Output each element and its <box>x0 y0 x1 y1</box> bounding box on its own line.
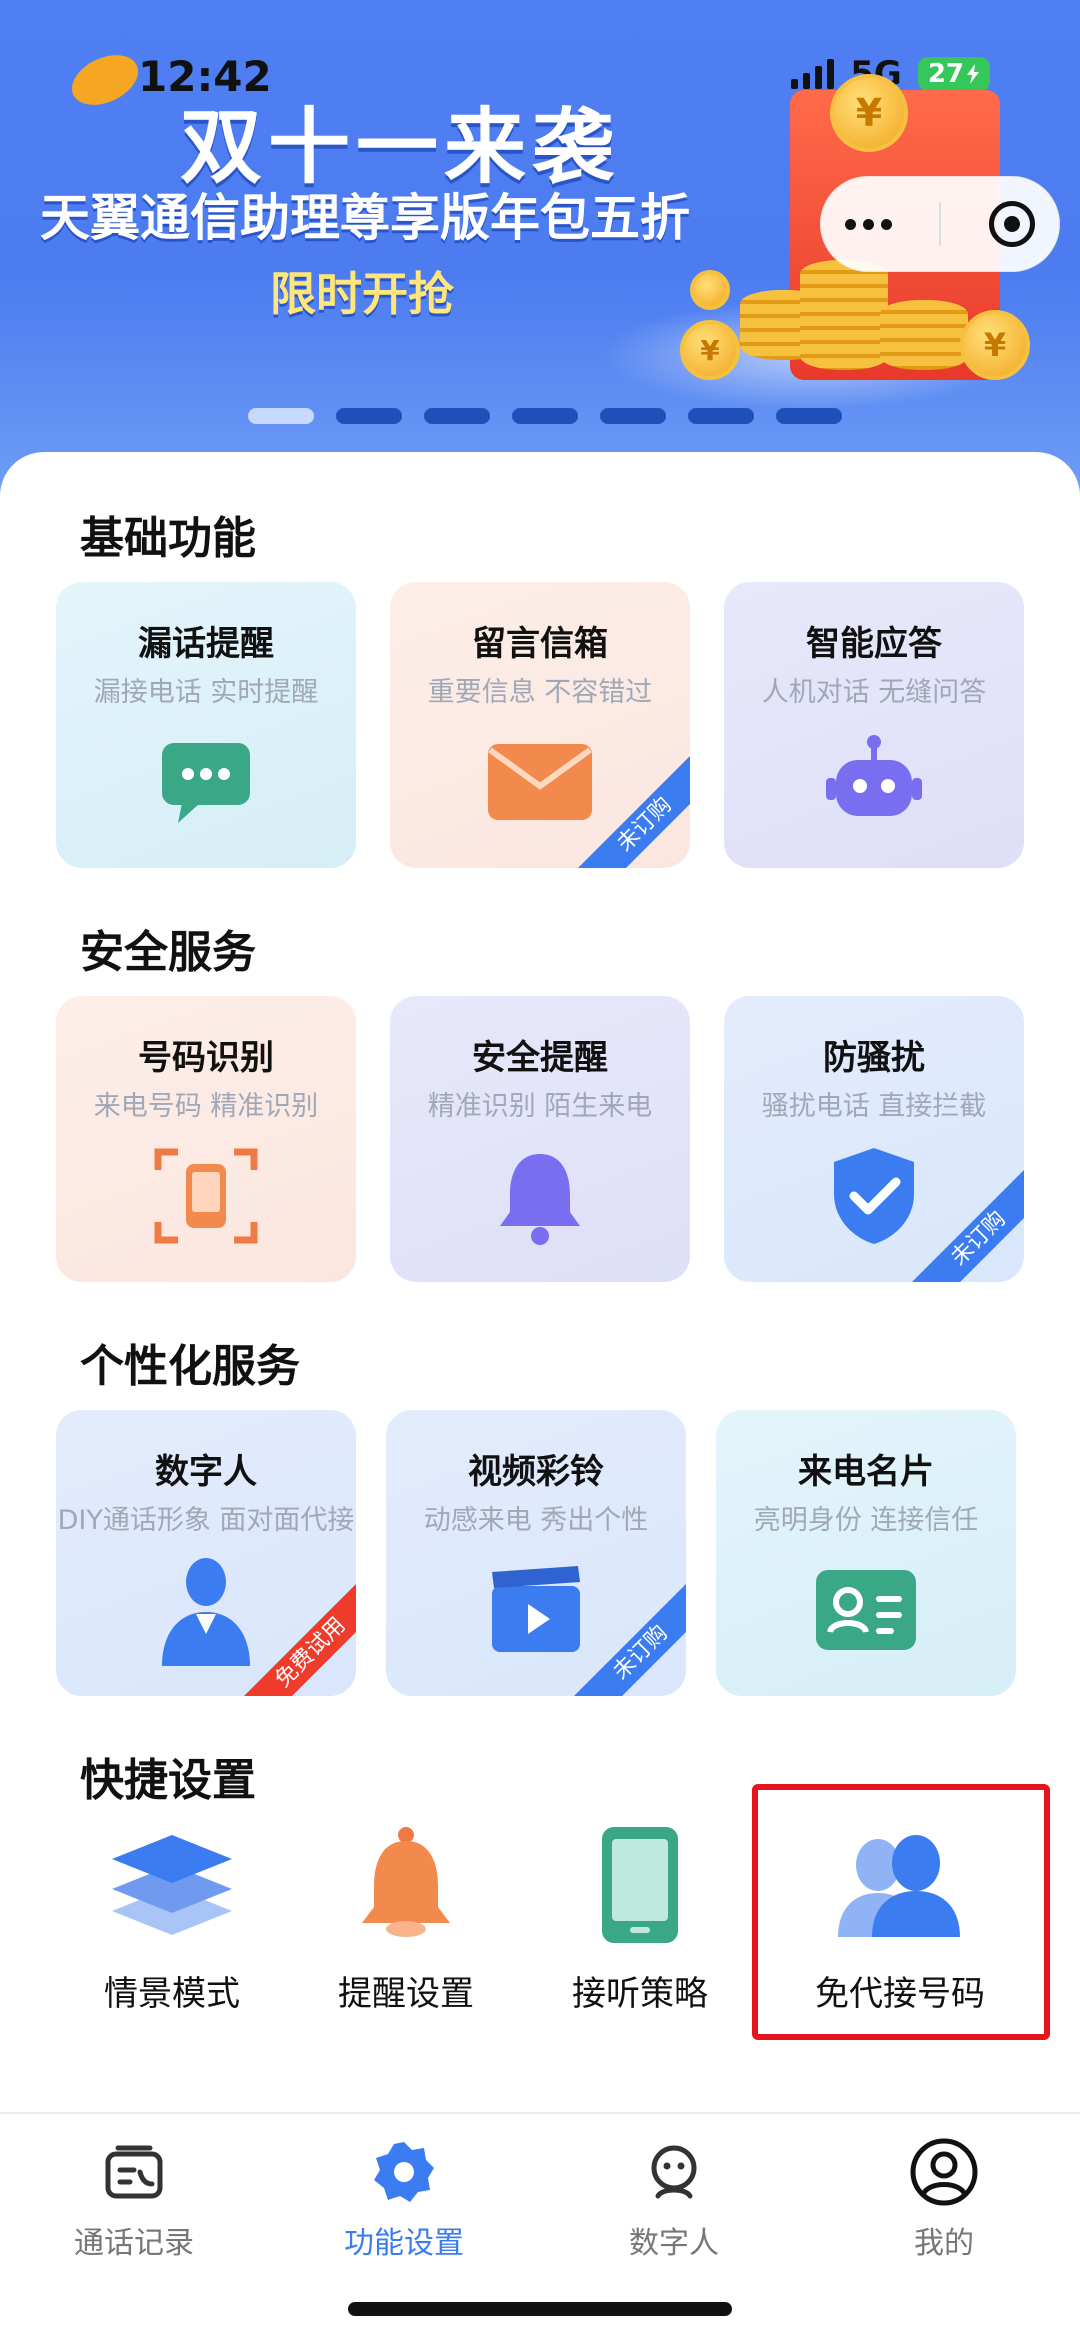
digital-person-icon <box>564 2134 784 2210</box>
carousel-indicator <box>248 408 842 424</box>
card-video-ringtone[interactable]: 视频彩铃 动感来电 秀出个性 未订购 <box>386 1410 686 1696</box>
digital-person-icon <box>151 1558 261 1666</box>
card-subtitle: 亮明身份 连接信任 <box>753 1505 979 1536</box>
card-missed-call-alert[interactable]: 漏话提醒 漏接电话 实时提醒 <box>56 582 356 868</box>
robot-icon <box>819 732 929 832</box>
card-subtitle: 动感来电 秀出个性 <box>423 1505 649 1536</box>
carousel-dot[interactable] <box>336 408 402 424</box>
profile-icon <box>834 2134 1054 2210</box>
bell-icon <box>336 1820 476 1950</box>
coin-icon <box>690 270 730 310</box>
card-voicemail[interactable]: 留言信箱 重要信息 不容错过 未订购 <box>390 582 690 868</box>
miniprogram-capsule <box>820 176 1060 272</box>
gear-icon <box>294 2134 514 2210</box>
quick-answer-strategy[interactable]: 接听策略 <box>550 1820 730 2015</box>
bell-icon <box>485 1146 595 1246</box>
banner-cta[interactable]: 限时开抢 <box>270 258 454 324</box>
card-subtitle: 精准识别 陌生来电 <box>427 1091 653 1122</box>
coin-icon: ¥ <box>680 320 740 380</box>
carousel-dot[interactable] <box>424 408 490 424</box>
envelope-icon <box>485 732 595 832</box>
section-title-personal: 个性化服务 <box>80 1341 300 1392</box>
quick-label: 情景模式 <box>104 1974 240 2014</box>
section-title-quick: 快捷设置 <box>80 1755 256 1806</box>
coin-icon: ¥ <box>830 74 908 152</box>
section-title-basic: 基础功能 <box>80 513 256 564</box>
card-subtitle: 重要信息 不容错过 <box>427 677 653 708</box>
phone-scan-icon <box>151 1146 261 1246</box>
card-caller-card[interactable]: 来电名片 亮明身份 连接信任 <box>716 1410 1016 1696</box>
more-options-icon[interactable] <box>844 218 892 230</box>
banner-subtitle: 天翼通信助理尊享版年包五折 <box>40 189 690 247</box>
card-title: 防骚扰 <box>823 1038 925 1078</box>
carousel-dot[interactable] <box>776 408 842 424</box>
phone-icon <box>570 1820 710 1950</box>
signal-icon <box>791 59 835 89</box>
tab-digital-human[interactable]: 数字人 <box>564 2134 784 2262</box>
card-security-alert[interactable]: 安全提醒 精准识别 陌生来电 <box>390 996 690 1282</box>
card-title: 漏话提醒 <box>138 624 274 664</box>
card-title: 来电名片 <box>798 1452 934 1492</box>
coin-stack <box>880 300 968 370</box>
card-digital-human[interactable]: 数字人 DIY通话形象 面对面代接 免费试用 <box>56 1410 356 1696</box>
card-title: 数字人 <box>155 1452 257 1492</box>
tab-feature-settings[interactable]: 功能设置 <box>294 2134 514 2262</box>
tab-profile[interactable]: 我的 <box>834 2134 1054 2262</box>
tab-label: 功能设置 <box>344 2226 464 2261</box>
shield-check-icon <box>819 1146 929 1246</box>
carousel-dot[interactable] <box>600 408 666 424</box>
card-title: 安全提醒 <box>472 1038 608 1078</box>
tab-label: 通话记录 <box>74 2226 194 2261</box>
tab-label: 我的 <box>914 2226 974 2261</box>
card-number-identification[interactable]: 号码识别 来电号码 精准识别 <box>56 996 356 1282</box>
quick-label: 提醒设置 <box>338 1974 474 2014</box>
quick-alert-settings[interactable]: 提醒设置 <box>316 1820 496 2015</box>
card-title: 智能应答 <box>806 624 942 664</box>
leaf-decoration <box>63 45 147 115</box>
card-title: 视频彩铃 <box>468 1452 604 1492</box>
layers-icon <box>102 1820 242 1950</box>
video-play-icon <box>481 1560 591 1660</box>
card-smart-answer[interactable]: 智能应答 人机对话 无缝问答 <box>724 582 1024 868</box>
tab-label: 数字人 <box>629 2226 719 2261</box>
coin-icon: ¥ <box>960 310 1030 380</box>
carousel-dot[interactable] <box>512 408 578 424</box>
carousel-dot[interactable] <box>248 408 314 424</box>
close-miniprogram-icon[interactable] <box>989 201 1036 247</box>
tab-call-log[interactable]: 通话记录 <box>24 2134 244 2262</box>
contact-card-icon <box>811 1560 921 1660</box>
highlight-box <box>752 1784 1050 2040</box>
chat-bubble-icon <box>151 732 261 832</box>
quick-scene-mode[interactable]: 情景模式 <box>82 1820 262 2015</box>
promo-banner[interactable]: 12:42 5G 27 双十一来袭 天翼通信助理尊享版年包五折 限时开抢 ¥ ¥… <box>0 0 1080 500</box>
battery-level: 27 <box>927 59 964 89</box>
card-subtitle: 骚扰电话 直接拦截 <box>761 1091 987 1122</box>
home-indicator <box>348 2302 732 2316</box>
card-subtitle: 来电号码 精准识别 <box>93 1091 319 1122</box>
battery-indicator: 27 <box>917 57 990 91</box>
call-log-icon <box>24 2134 244 2210</box>
quick-label: 接听策略 <box>572 1974 708 2014</box>
charging-bolt-icon <box>967 64 979 84</box>
card-subtitle: DIY通话形象 面对面代接 <box>57 1505 355 1536</box>
section-title-security: 安全服务 <box>80 927 256 978</box>
card-anti-harassment[interactable]: 防骚扰 骚扰电话 直接拦截 未订购 <box>724 996 1024 1282</box>
card-subtitle: 人机对话 无缝问答 <box>761 677 987 708</box>
card-title: 号码识别 <box>138 1038 274 1078</box>
card-subtitle: 漏接电话 实时提醒 <box>93 677 319 708</box>
card-title: 留言信箱 <box>472 624 608 664</box>
carousel-dot[interactable] <box>688 408 754 424</box>
coin-stack <box>800 260 888 370</box>
